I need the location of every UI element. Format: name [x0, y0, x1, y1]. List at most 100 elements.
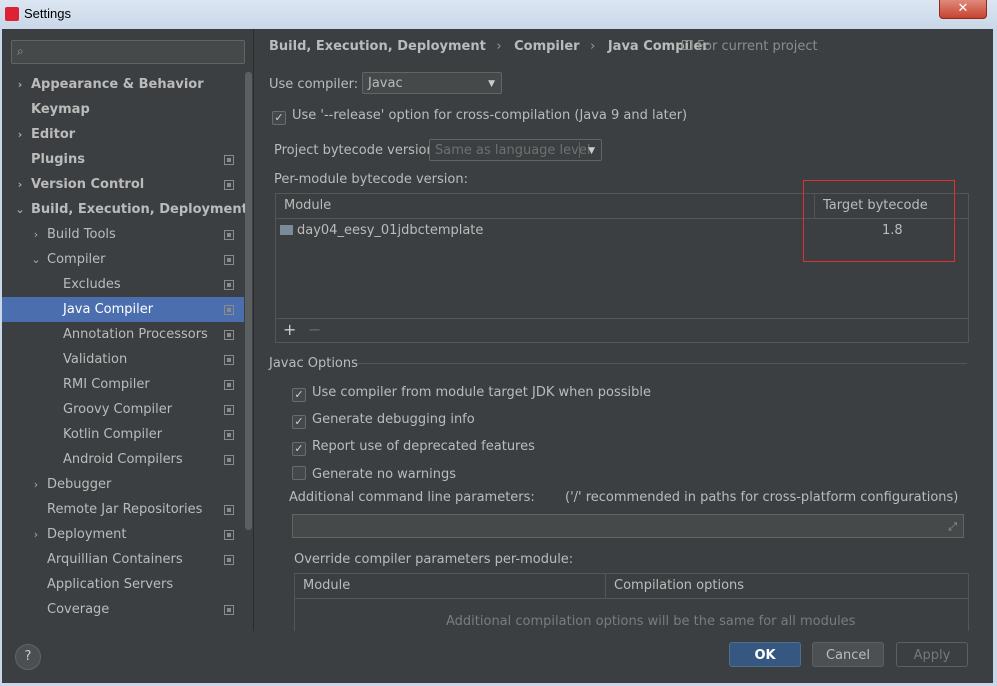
apply-button[interactable]: Apply — [896, 642, 968, 667]
sidebar-item-label: Compiler — [47, 252, 106, 267]
sidebar-item-label: Coverage — [47, 602, 110, 617]
option-deprecated[interactable]: ✓ Report use of deprecated features — [292, 439, 535, 456]
column-compilation-options[interactable]: Compilation options — [605, 574, 968, 598]
sidebar-item-arquillian-containers[interactable]: Arquillian Containers — [2, 547, 244, 572]
sidebar-item-android-compilers[interactable]: Android Compilers — [2, 447, 244, 472]
option-use-module-jdk-checkbox[interactable]: ✓ — [292, 388, 306, 402]
sidebar-item-label: Validation — [63, 352, 128, 367]
project-scope-icon — [224, 380, 234, 390]
ok-button[interactable]: OK — [729, 642, 801, 667]
sidebar-item-remote-jar-repositories[interactable]: Remote Jar Repositories — [2, 497, 244, 522]
chevron-right-icon[interactable]: › — [14, 122, 26, 147]
sidebar-item-build-execution-deployment[interactable]: ⌄ Build, Execution, Deployment — [2, 197, 247, 222]
sidebar-item-kotlin-compiler[interactable]: Kotlin Compiler — [2, 422, 244, 447]
sidebar-item-version-control[interactable]: › Version Control — [2, 172, 244, 197]
chevron-right-icon[interactable]: › — [30, 222, 42, 247]
expand-icon[interactable]: ⤢ — [948, 520, 957, 534]
settings-sidebar: ⌕ › Appearance & Behavior Keymap › Editor Plu… — [2, 29, 254, 631]
sidebar-item-label: Build Tools — [47, 227, 116, 242]
option-debugging-info[interactable]: ✓ Generate debugging info — [292, 412, 475, 429]
sidebar-item-deployment[interactable]: › Deployment — [2, 522, 244, 547]
sidebar-item-label: Arquillian Containers — [47, 552, 183, 567]
project-bytecode-value: Same as language level — [435, 143, 591, 158]
option-no-warnings[interactable]: Generate no warnings — [292, 466, 456, 482]
sidebar-item-groovy-compiler[interactable]: Groovy Compiler — [2, 397, 244, 422]
table-row[interactable]: day04_eesy_01jdbctemplate — [280, 223, 483, 238]
breadcrumb: Build, Execution, Deployment › Compiler … — [269, 39, 715, 54]
project-scope-icon — [224, 330, 234, 340]
use-compiler-dropdown[interactable]: Javac ▼ — [362, 72, 502, 94]
sidebar-scrollbar[interactable] — [245, 72, 252, 530]
dropdown-arrow-icon: ▼ — [488, 79, 495, 89]
intellij-app-icon — [5, 7, 19, 21]
use-compiler-label: Use compiler: — [269, 77, 359, 92]
column-module[interactable]: Module — [276, 194, 814, 218]
project-scope-icon — [682, 40, 692, 50]
add-module-button[interactable]: + — [283, 320, 296, 339]
window-frame-right — [993, 29, 997, 686]
chevron-right-icon[interactable]: › — [14, 172, 26, 197]
sidebar-item-label: Application Servers — [47, 577, 174, 592]
column-module[interactable]: Module — [295, 574, 605, 598]
option-label: Report use of deprecated features — [312, 439, 535, 454]
sidebar-item-annotation-processors[interactable]: Annotation Processors — [2, 322, 244, 347]
sidebar-item-keymap[interactable]: Keymap — [2, 97, 244, 122]
chevron-right-icon[interactable]: › — [14, 72, 26, 97]
sidebar-item-label: Debugger — [47, 477, 112, 492]
sidebar-item-java-compiler[interactable]: Java Compiler — [2, 297, 244, 322]
release-option-checkbox[interactable]: ✓ — [272, 111, 286, 125]
sidebar-item-appearance-behavior[interactable]: › Appearance & Behavior — [2, 72, 244, 97]
use-compiler-value: Javac — [368, 76, 403, 91]
sidebar-item-validation[interactable]: Validation — [2, 347, 244, 372]
chevron-down-icon[interactable]: ⌄ — [30, 247, 42, 272]
remove-module-button[interactable]: − — [308, 320, 321, 339]
chevron-right-icon[interactable]: › — [30, 472, 42, 497]
help-button[interactable]: ? — [15, 644, 41, 670]
settings-search-box[interactable]: ⌕ — [11, 40, 245, 64]
for-current-project-label: For current project — [697, 39, 818, 54]
sidebar-item-label: Keymap — [31, 102, 90, 117]
additional-params-hint: ('/' recommended in paths for cross-plat… — [565, 490, 959, 505]
sidebar-item-compiler[interactable]: ⌄ Compiler — [2, 247, 244, 272]
project-scope-icon — [224, 355, 234, 365]
window-close-button[interactable]: ✕ — [939, 0, 987, 19]
sidebar-item-plugins[interactable]: Plugins — [2, 147, 244, 172]
for-current-project-note: For current project — [682, 39, 818, 54]
sidebar-item-label: Version Control — [31, 177, 145, 192]
sidebar-item-label: Annotation Processors — [63, 327, 208, 342]
settings-search-input[interactable] — [36, 43, 240, 61]
chevron-down-icon[interactable]: ⌄ — [14, 197, 26, 222]
option-deprecated-checkbox[interactable]: ✓ — [292, 442, 306, 456]
additional-params-input[interactable]: ⤢ — [292, 514, 964, 538]
option-label: Generate no warnings — [312, 467, 457, 482]
sidebar-item-label: Kotlin Compiler — [63, 427, 163, 442]
sidebar-item-build-tools[interactable]: › Build Tools — [2, 222, 244, 247]
project-scope-icon — [224, 180, 234, 190]
project-scope-icon — [224, 430, 234, 440]
sidebar-item-label: Build, Execution, Deployment — [31, 202, 248, 217]
chevron-right-icon[interactable]: › — [30, 522, 42, 547]
option-use-module-jdk[interactable]: ✓ Use compiler from module target JDK whe… — [292, 385, 651, 402]
option-label: Generate debugging info — [312, 412, 475, 427]
cancel-button[interactable]: Cancel — [812, 642, 884, 667]
sidebar-item-rmi-compiler[interactable]: RMI Compiler — [2, 372, 244, 397]
per-module-label: Per-module bytecode version: — [274, 172, 468, 187]
sidebar-item-label: Android Compilers — [63, 452, 183, 467]
java-compiler-panel: Build, Execution, Deployment › Compiler … — [254, 29, 993, 631]
sidebar-item-debugger[interactable]: › Debugger — [2, 472, 244, 497]
sidebar-item-coverage[interactable]: Coverage — [2, 597, 244, 622]
breadcrumb-separator: › — [496, 39, 502, 54]
sidebar-item-application-servers[interactable]: Application Servers — [2, 572, 244, 597]
sidebar-item-excludes[interactable]: Excludes — [2, 272, 244, 297]
search-icon: ⌕ — [17, 44, 24, 58]
dialog-footer: ? OK Cancel Apply — [2, 631, 993, 683]
option-no-warnings-checkbox[interactable] — [292, 466, 306, 480]
sidebar-item-label: Deployment — [47, 527, 127, 542]
release-option-row[interactable]: ✓ Use '--release' option for cross-compil… — [272, 108, 687, 125]
sidebar-item-label: Appearance & Behavior — [31, 77, 204, 92]
project-bytecode-dropdown: Same as language level ▼ — [429, 139, 602, 161]
project-bytecode-label: Project bytecode version: — [274, 143, 440, 158]
sidebar-item-editor[interactable]: › Editor — [2, 122, 244, 147]
project-scope-icon — [224, 230, 234, 240]
option-debugging-info-checkbox[interactable]: ✓ — [292, 415, 306, 429]
